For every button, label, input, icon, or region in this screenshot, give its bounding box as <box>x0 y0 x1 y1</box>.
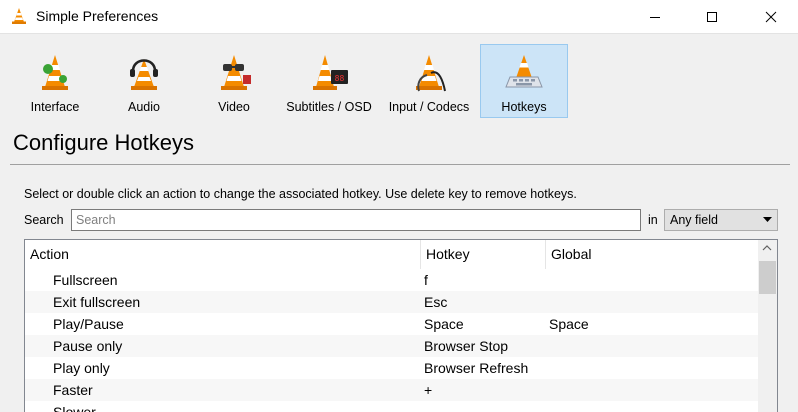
interface-cone-icon <box>42 55 68 90</box>
search-field-select[interactable]: Any field <box>664 209 778 231</box>
hotkeys-cone-keyboard-icon <box>505 55 543 88</box>
category-hotkeys[interactable]: Hotkeys <box>480 44 568 118</box>
row-hotkey: Browser Refresh <box>424 360 529 376</box>
table-row[interactable]: Pause only Browser Stop <box>25 335 758 357</box>
scrollbar-thumb[interactable] <box>759 261 776 294</box>
instructions-text: Select or double click an action to chan… <box>24 187 577 201</box>
table-row[interactable]: Slower <box>25 401 758 412</box>
row-action: Exit fullscreen <box>53 294 141 310</box>
subtitles-cone-display-icon: 88 <box>313 55 348 90</box>
row-action: Slower <box>53 404 96 412</box>
page-title: Configure Hotkeys <box>13 130 194 155</box>
audio-cone-headphones-icon <box>130 59 158 90</box>
hotkeys-table: Action Hotkey Global Fullscreen f Exit f… <box>24 239 778 412</box>
table-body: Fullscreen f Exit fullscreen Esc Play/Pa… <box>25 269 758 412</box>
search-input[interactable] <box>71 209 641 231</box>
chevron-down-icon <box>763 217 772 222</box>
row-hotkey: Browser Stop <box>424 338 509 354</box>
table-row[interactable]: Play/Pause Space Space <box>25 313 758 335</box>
video-cone-glasses-icon <box>221 55 251 90</box>
column-header-hotkey[interactable]: Hotkey <box>421 240 546 269</box>
title-bar: Simple Preferences <box>0 0 798 34</box>
in-label: in <box>648 213 658 227</box>
table-row[interactable]: Play only Browser Refresh <box>25 357 758 379</box>
vertical-scrollbar[interactable] <box>758 240 777 412</box>
scroll-up-arrow-icon[interactable] <box>762 245 772 251</box>
column-header-action[interactable]: Action <box>25 240 421 269</box>
minimize-button[interactable] <box>632 0 678 33</box>
table-row[interactable]: Faster + <box>25 379 758 401</box>
row-action: Play/Pause <box>53 316 124 332</box>
svg-text:88: 88 <box>335 74 345 83</box>
category-toolbar: Interface Audio Video 88 Subtitles / OSD… <box>0 34 798 122</box>
window-title: Simple Preferences <box>36 8 159 24</box>
table-header: Action Hotkey Global <box>25 240 758 269</box>
category-input-codecs[interactable]: Input / Codecs <box>382 44 476 118</box>
category-subtitles-osd[interactable]: 88 Subtitles / OSD <box>282 44 376 118</box>
row-action: Fullscreen <box>53 272 118 288</box>
row-hotkey: Esc <box>424 294 448 310</box>
category-video[interactable]: Video <box>192 44 276 118</box>
search-field-value: Any field <box>670 213 718 227</box>
row-hotkey: + <box>424 382 433 398</box>
row-action: Play only <box>53 360 110 376</box>
vlc-cone-icon <box>12 8 26 24</box>
minimize-icon <box>650 16 660 18</box>
category-audio[interactable]: Audio <box>102 44 186 118</box>
table-row[interactable]: Fullscreen f <box>25 269 758 291</box>
row-global: Space <box>549 316 589 332</box>
row-action: Pause only <box>53 338 123 354</box>
row-action: Faster <box>53 382 93 398</box>
table-row[interactable]: Exit fullscreen Esc <box>25 291 758 313</box>
maximize-button[interactable] <box>689 0 735 33</box>
column-header-global[interactable]: Global <box>546 240 758 269</box>
title-divider <box>10 164 790 165</box>
maximize-icon <box>707 11 717 22</box>
row-hotkey: Space <box>424 316 464 332</box>
input-cone-cable-icon <box>416 55 446 92</box>
close-icon <box>765 11 777 22</box>
search-label: Search <box>24 213 64 227</box>
row-hotkey: f <box>424 272 428 288</box>
category-interface[interactable]: Interface <box>14 44 96 118</box>
close-button[interactable] <box>748 0 794 33</box>
